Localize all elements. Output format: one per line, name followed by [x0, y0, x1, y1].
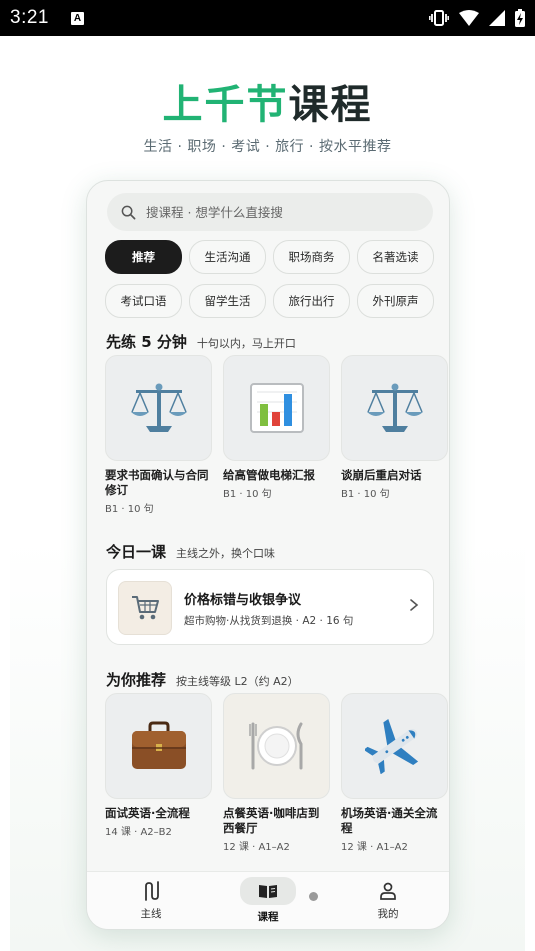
recommend-section-header: 为你推荐 按主线等级 L2（约 A2）	[106, 669, 299, 690]
card-image	[223, 693, 330, 799]
tab-profile[interactable]: 我的	[338, 872, 438, 929]
card-meta: 12 课 · A1–A2	[341, 842, 408, 853]
hero-subtitle: 生活 · 职场 · 考试 · 旅行 · 按水平推荐	[143, 139, 392, 155]
hero-title: 上千节课程	[0, 72, 535, 130]
wifi-icon	[459, 10, 479, 26]
recommend-card[interactable]: 机场英语·通关全流程 12 课 · A1–A2	[341, 693, 448, 853]
practice-section-title: 先练 5 分钟	[106, 333, 187, 351]
chip-travel[interactable]: 旅行出行	[273, 284, 350, 318]
battery-charging-icon	[515, 9, 525, 27]
route-icon	[145, 881, 159, 901]
card-image	[105, 693, 212, 799]
hero-title-main: 课程	[288, 82, 373, 128]
chip-foreign-media[interactable]: 外刊原声	[357, 284, 434, 318]
chip-workplace-business[interactable]: 职场商务	[273, 240, 350, 274]
indicator-dot	[309, 892, 318, 901]
card-image	[341, 355, 448, 461]
tab-label: 主线	[140, 908, 162, 920]
plate-cutlery-icon	[248, 722, 302, 770]
book-icon	[259, 885, 277, 898]
practice-section-header: 先练 5 分钟 十句以内，马上开口	[106, 331, 296, 352]
daily-section-title: 今日一课	[106, 543, 167, 561]
recommend-section-title: 为你推荐	[106, 671, 167, 689]
bar-chart-icon	[249, 383, 304, 433]
status-time: 3:21	[10, 7, 49, 28]
daily-section-subtitle: 主线之外，换个口味	[176, 547, 276, 560]
recommend-cards: 面试英语·全流程 14 课 · A2–B2 点餐英语·咖啡店到西餐厅 12 课 …	[105, 693, 448, 853]
hero-title-accent: 上千节	[162, 82, 289, 128]
card-image	[105, 355, 212, 461]
chip-daily-communication[interactable]: 生活沟通	[189, 240, 266, 274]
status-bar: 3:21 A	[0, 0, 535, 36]
search-icon	[121, 205, 136, 219]
tab-label: 课程	[257, 911, 279, 923]
practice-cards: 要求书面确认与合同修订 B1 · 10 句 给高管做电梯汇报 B1 · 10 句	[105, 355, 448, 515]
person-icon	[380, 882, 396, 900]
card-title: 面试英语·全流程	[105, 806, 190, 820]
tab-label: 我的	[377, 908, 399, 920]
card-title: 谈崩后重启对话	[341, 468, 422, 482]
chip-exam-speaking[interactable]: 考试口语	[105, 284, 182, 318]
chevron-right-icon	[410, 599, 419, 611]
phone-preview: 推荐 生活沟通 职场商务 名著选读 考试口语 留学生活 旅行出行 外刊原声 先练…	[86, 180, 450, 930]
category-chips: 推荐 生活沟通 职场商务 名著选读 考试口语 留学生活 旅行出行 外刊原声	[105, 240, 435, 318]
card-title: 机场英语·通关全流程	[341, 806, 438, 835]
chip-recommend[interactable]: 推荐	[105, 240, 182, 274]
daily-section-header: 今日一课 主线之外，换个口味	[106, 541, 275, 562]
daily-lesson-meta: 超市购物·从找货到退换 · A2 · 16 句	[184, 615, 354, 627]
chip-study-abroad[interactable]: 留学生活	[189, 284, 266, 318]
tab-main-line[interactable]: 主线	[101, 872, 201, 929]
practice-card[interactable]: 谈崩后重启对话 B1 · 10 句	[341, 355, 448, 515]
shopping-cart-icon	[132, 596, 159, 620]
card-meta: B1 · 10 句	[223, 489, 272, 500]
recommend-section-subtitle: 按主线等级 L2（约 A2）	[176, 675, 299, 688]
card-title: 点餐英语·咖啡店到西餐厅	[223, 806, 320, 835]
recommend-card[interactable]: 面试英语·全流程 14 课 · A2–B2	[105, 693, 212, 853]
card-title: 要求书面确认与合同修订	[105, 468, 209, 497]
recommend-card[interactable]: 点餐英语·咖啡店到西餐厅 12 课 · A1–A2	[223, 693, 330, 853]
card-image	[341, 693, 448, 799]
practice-card[interactable]: 要求书面确认与合同修订 B1 · 10 句	[105, 355, 212, 515]
notification-icon: A	[70, 11, 84, 25]
scales-icon	[366, 383, 423, 432]
vibrate-icon	[429, 10, 449, 26]
daily-lesson-title: 价格标错与收银争议	[184, 593, 302, 608]
card-image	[223, 355, 330, 461]
practice-section-subtitle: 十句以内，马上开口	[196, 337, 296, 350]
airplane-icon	[364, 718, 418, 774]
card-meta: B1 · 10 句	[341, 489, 390, 500]
daily-lesson-card[interactable]: 价格标错与收银争议 超市购物·从找货到退换 · A2 · 16 句	[106, 569, 434, 645]
chip-classic-reading[interactable]: 名著选读	[357, 240, 434, 274]
search-input[interactable]	[144, 203, 408, 221]
scales-icon	[130, 383, 187, 432]
card-meta: 14 课 · A2–B2	[105, 827, 172, 838]
search-bar[interactable]	[107, 193, 433, 231]
practice-card[interactable]: 给高管做电梯汇报 B1 · 10 句	[223, 355, 330, 515]
bottom-tab-bar: 主线 课程 我的	[87, 871, 449, 929]
tab-courses[interactable]: 课程	[218, 872, 318, 929]
daily-lesson-thumbnail	[118, 581, 172, 635]
card-meta: 12 课 · A1–A2	[223, 842, 290, 853]
cell-signal-icon	[489, 10, 505, 26]
briefcase-icon	[131, 721, 186, 769]
card-title: 给高管做电梯汇报	[223, 468, 315, 482]
card-meta: B1 · 10 句	[105, 504, 154, 515]
